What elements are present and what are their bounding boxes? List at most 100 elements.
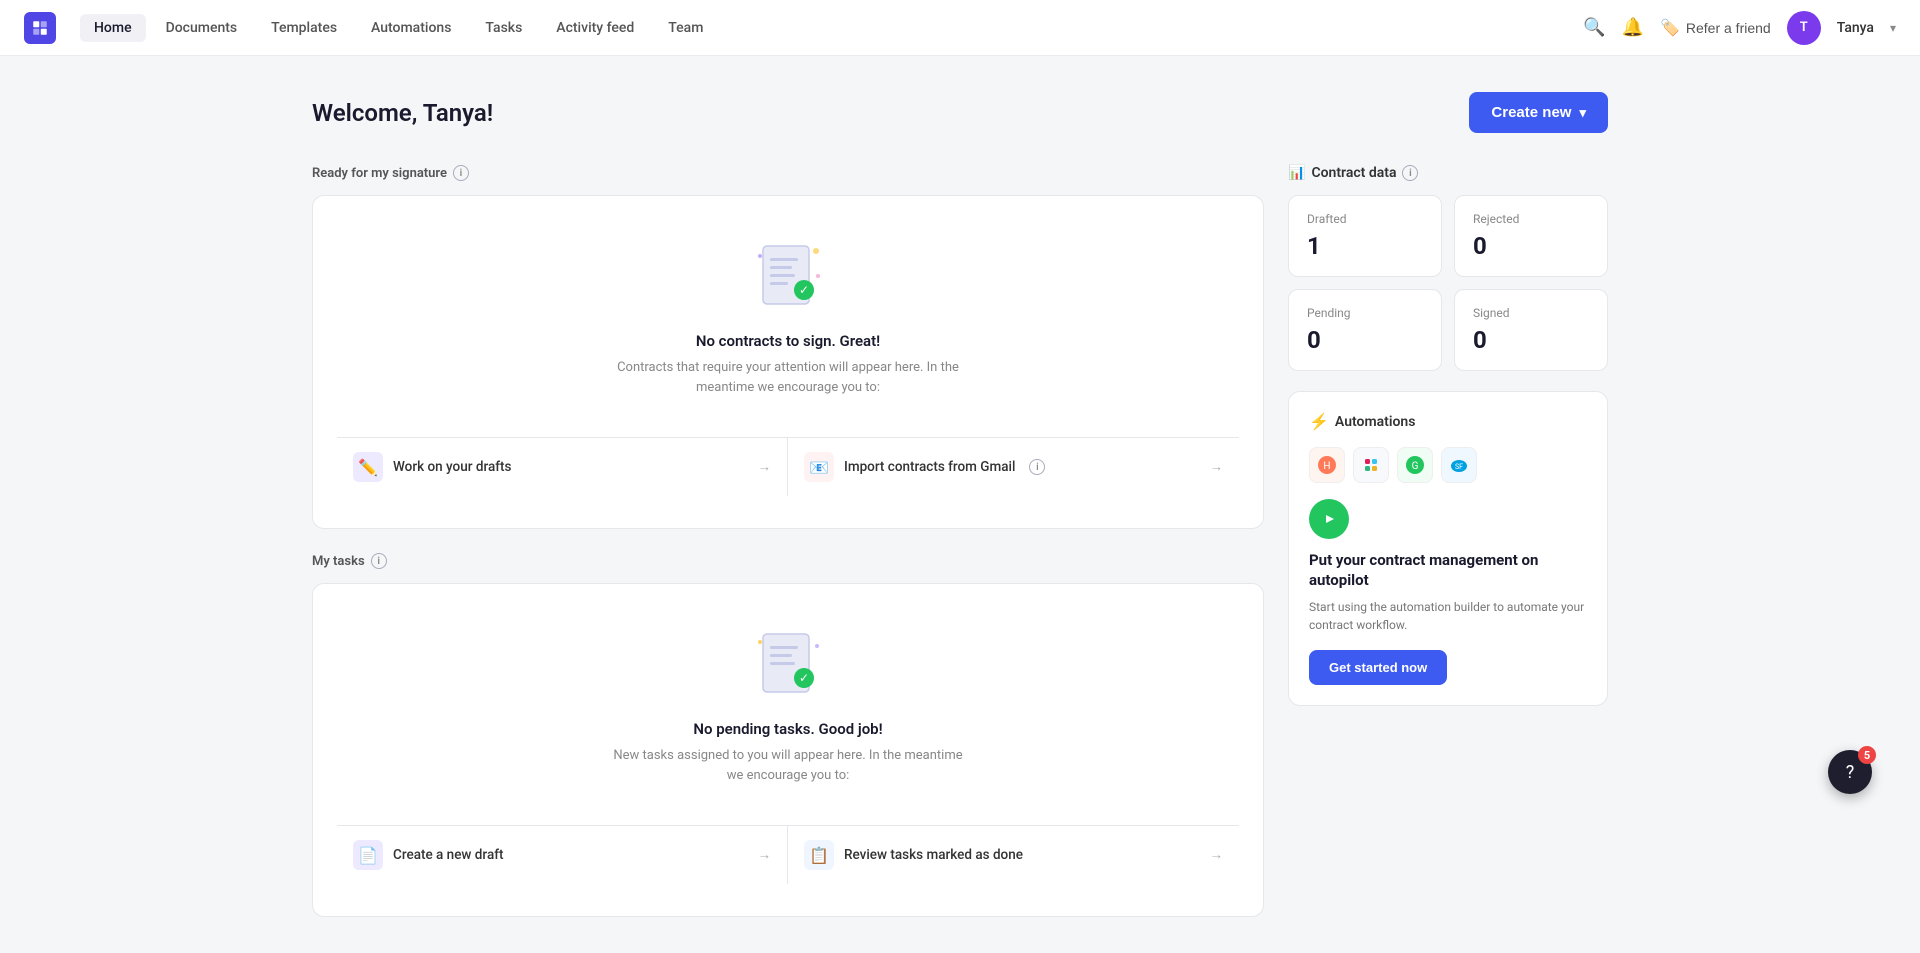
nav-links: Home Documents Templates Automations Tas… [80,14,1583,42]
navbar: Home Documents Templates Automations Tas… [0,0,1920,56]
autopilot-desc: Start using the automation builder to au… [1309,598,1587,634]
gift-icon: 🏷️ [1660,18,1680,38]
notifications-button[interactable]: 🔔 [1622,17,1644,38]
notification-badge: 5 [1858,746,1876,764]
gmail-info-icon[interactable]: i [1029,459,1045,475]
work-on-drafts-action[interactable]: ✏️ Work on your drafts → [337,438,788,496]
nav-documents[interactable]: Documents [152,14,252,42]
autopilot-section: Put your contract management on autopilo… [1309,499,1587,685]
nav-right: 🔍 🔔 🏷️ Refer a friend T Tanya ▾ [1583,11,1896,45]
contract-data-grid: Drafted 1 Rejected 0 Pending 0 Signed 0 [1288,195,1608,371]
signature-empty-title: No contracts to sign. Great! [696,332,880,350]
help-button[interactable]: ? 5 [1828,750,1872,794]
nav-templates[interactable]: Templates [257,14,351,42]
signature-empty-state: ✓ No contracts to sign. Great! Contracts… [337,228,1239,417]
question-mark-icon: ? [1846,762,1855,783]
signature-info-icon[interactable]: i [453,165,469,181]
nav-tasks[interactable]: Tasks [471,14,536,42]
user-menu-chevron[interactable]: ▾ [1890,21,1896,35]
create-new-button[interactable]: Create new ▾ [1469,92,1608,133]
content-grid: Ready for my signature i [312,165,1608,917]
pending-value: 0 [1307,326,1423,354]
integration-icons: H G [1309,447,1587,483]
nav-activity[interactable]: Activity feed [542,14,648,42]
automations-title: Automations [1335,414,1416,430]
automations-header: ⚡ Automations [1309,412,1587,431]
tasks-quick-actions: 📄 Create a new draft → 📋 Review tasks ma… [337,825,1239,884]
signature-card: ✓ No contracts to sign. Great! Contracts… [312,195,1264,529]
create-draft-arrow-icon: → [758,847,772,863]
contract-data-header: 📊 Contract data i [1288,165,1608,181]
svg-text:SF: SF [1455,463,1463,471]
logo[interactable] [24,12,56,44]
drafted-value: 1 [1307,232,1423,260]
contract-data-info-icon[interactable]: i [1402,165,1418,181]
create-new-chevron-icon: ▾ [1579,105,1586,121]
svg-text:G: G [1412,461,1419,472]
signature-illustration: ✓ [748,236,828,316]
drafts-arrow-icon: → [758,459,772,475]
autopilot-logo [1309,499,1349,539]
search-button[interactable]: 🔍 [1583,17,1605,38]
review-tasks-action[interactable]: 📋 Review tasks marked as done → [788,826,1239,884]
slack-icon [1353,447,1389,483]
tasks-illustration: ✓ [748,624,828,704]
drafted-label: Drafted [1307,212,1423,226]
create-draft-action[interactable]: 📄 Create a new draft → [337,826,788,884]
lightning-icon: ⚡ [1309,412,1329,431]
import-gmail-action[interactable]: 📧 Import contracts from Gmail i → [788,438,1239,496]
get-started-button[interactable]: Get started now [1309,650,1447,685]
review-tasks-label: Review tasks marked as done [844,847,1023,863]
contract-data-section: 📊 Contract data i Drafted 1 Rejected 0 P… [1288,165,1608,371]
nav-team[interactable]: Team [654,14,717,42]
drafts-action-label: Work on your drafts [393,459,511,475]
tasks-info-icon[interactable]: i [371,553,387,569]
new-draft-icon: 📄 [353,840,383,870]
welcome-title: Welcome, Tanya! [312,99,493,127]
automations-section: ⚡ Automations H [1288,391,1608,706]
review-tasks-arrow-icon: → [1210,847,1224,863]
signed-label: Signed [1473,306,1589,320]
signature-empty-subtitle: Contracts that require your attention wi… [608,358,968,397]
page-header: Welcome, Tanya! Create new ▾ [312,92,1608,133]
drafts-icon: ✏️ [353,452,383,482]
drafted-tile[interactable]: Drafted 1 [1288,195,1442,277]
main-content: Welcome, Tanya! Create new ▾ Ready for m… [280,56,1640,953]
nav-home[interactable]: Home [80,14,146,42]
tasks-empty-state: ✓ No pending tasks. Good job! New tasks … [337,616,1239,805]
svg-text:✓: ✓ [799,283,809,297]
bar-chart-icon: 📊 [1288,165,1305,181]
svg-text:✓: ✓ [799,671,809,685]
gmail-arrow-icon: → [1210,459,1224,475]
rejected-tile[interactable]: Rejected 0 [1454,195,1608,277]
refer-label: Refer a friend [1686,20,1771,36]
salesforce-icon: SF [1441,447,1477,483]
signed-tile[interactable]: Signed 0 [1454,289,1608,371]
svg-text:H: H [1323,461,1330,472]
contract-data-title: Contract data [1311,165,1396,181]
rejected-value: 0 [1473,232,1589,260]
signature-quick-actions: ✏️ Work on your drafts → 📧 Import contra… [337,437,1239,496]
create-new-label: Create new [1491,104,1571,121]
review-tasks-icon: 📋 [804,840,834,870]
pending-label: Pending [1307,306,1423,320]
tasks-label-text: My tasks [312,554,365,569]
nav-automations[interactable]: Automations [357,14,465,42]
user-name[interactable]: Tanya [1837,20,1874,36]
gmail-action-label: Import contracts from Gmail [844,459,1015,475]
hubspot-icon: H [1309,447,1345,483]
avatar[interactable]: T [1787,11,1821,45]
refer-friend-button[interactable]: 🏷️ Refer a friend [1660,18,1771,38]
tasks-section-label: My tasks i [312,553,1264,569]
pending-tile[interactable]: Pending 0 [1288,289,1442,371]
autopilot-title: Put your contract management on autopilo… [1309,551,1587,590]
gmail-icon: 📧 [804,452,834,482]
tasks-empty-title: No pending tasks. Good job! [693,720,882,738]
tasks-section: My tasks i ✓ [312,553,1264,917]
tasks-empty-subtitle: New tasks assigned to you will appear he… [608,746,968,785]
signature-section: Ready for my signature i [312,165,1264,529]
tasks-card: ✓ No pending tasks. Good job! New tasks … [312,583,1264,917]
signature-section-label: Ready for my signature i [312,165,1264,181]
other-integration-icon: G [1397,447,1433,483]
signature-label-text: Ready for my signature [312,166,447,181]
